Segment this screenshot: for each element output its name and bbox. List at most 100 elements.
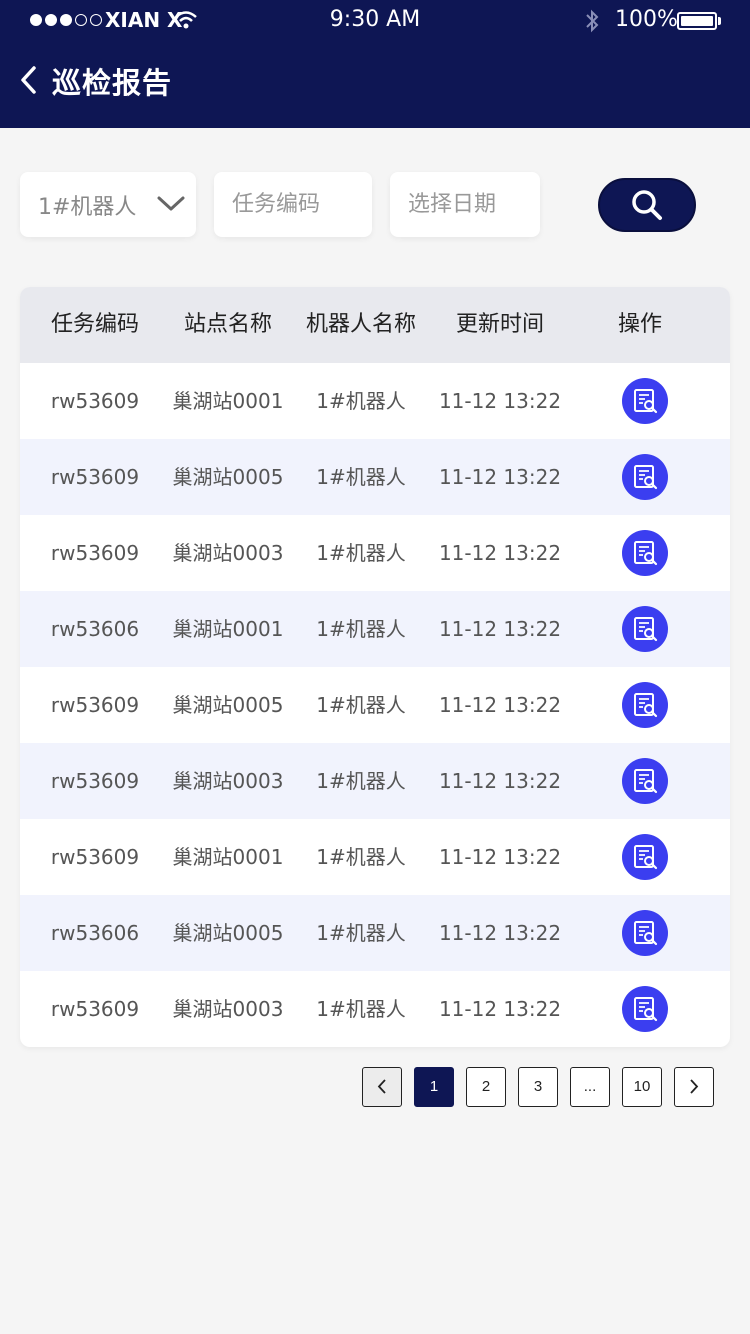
battery-icon [677, 12, 717, 30]
update-time-cell: 11-12 13:22 [438, 389, 562, 413]
view-report-button[interactable] [622, 378, 668, 424]
task-code-cell: rw53606 [50, 617, 140, 641]
robot-select[interactable]: 1#机器人 [20, 172, 196, 237]
header-robot-name: 机器人名称 [305, 312, 416, 337]
chevron-left-icon [21, 66, 36, 94]
task-code-field[interactable] [214, 172, 372, 237]
station-name-cell: 巢湖站0005 [172, 693, 284, 717]
next-page-button[interactable] [674, 1067, 714, 1107]
view-report-button[interactable] [622, 454, 668, 500]
page-button-1[interactable]: 1 [414, 1067, 454, 1107]
task-code-cell: rw53609 [50, 845, 140, 869]
view-report-button[interactable] [622, 986, 668, 1032]
table-header: 任务编码 站点名称 机器人名称 更新时间 操作 [20, 287, 730, 363]
page-button-10[interactable]: 10 [622, 1067, 662, 1107]
robot-name-cell: 1#机器人 [316, 769, 406, 793]
station-name-cell: 巢湖站0003 [172, 769, 284, 793]
page-button-3[interactable]: 3 [518, 1067, 558, 1107]
task-code-cell: rw53609 [50, 465, 140, 489]
battery-tip [718, 17, 721, 25]
back-button[interactable] [16, 62, 44, 98]
table-row: rw53606 巢湖站0001 1#机器人 11-12 13:22 [20, 591, 730, 667]
report-search-icon [634, 769, 658, 794]
view-report-button[interactable] [622, 758, 668, 804]
station-name-cell: 巢湖站0001 [172, 389, 284, 413]
table-body: rw53609 巢湖站0001 1#机器人 11-12 13:22 rw53609 巢湖站… [20, 363, 730, 1047]
station-name-cell: 巢湖站0001 [172, 845, 284, 869]
status-bar: XIAN X 9:30 AM 100% [0, 0, 750, 42]
station-name-cell: 巢湖站0003 [172, 997, 284, 1021]
report-search-icon [634, 617, 658, 642]
robot-name-cell: 1#机器人 [316, 617, 406, 641]
update-time-cell: 11-12 13:22 [438, 845, 562, 869]
page-button-2[interactable]: 2 [466, 1067, 506, 1107]
report-search-icon [634, 389, 658, 414]
prev-page-button[interactable] [362, 1067, 402, 1107]
chevron-right-icon [690, 1079, 699, 1094]
station-name-cell: 巢湖站0001 [172, 617, 284, 641]
update-time-cell: 11-12 13:22 [438, 617, 562, 641]
report-search-icon [634, 997, 658, 1022]
task-code-cell: rw53609 [50, 389, 140, 413]
task-code-cell: rw53609 [50, 541, 140, 565]
update-time-cell: 11-12 13:22 [438, 541, 562, 565]
app-header: XIAN X 9:30 AM 100% 巡检报告 [0, 0, 750, 128]
date-picker-field[interactable] [390, 172, 540, 237]
chevron-down-icon [157, 196, 185, 211]
chevron-left-icon [377, 1079, 386, 1094]
table-row: rw53609 巢湖站0003 1#机器人 11-12 13:22 [20, 743, 730, 819]
table-row: rw53609 巢湖站0003 1#机器人 11-12 13:22 [20, 515, 730, 591]
report-search-icon [634, 845, 658, 870]
table-row: rw53609 巢湖站0005 1#机器人 11-12 13:22 [20, 439, 730, 515]
update-time-cell: 11-12 13:22 [438, 769, 562, 793]
update-time-cell: 11-12 13:22 [438, 921, 562, 945]
robot-name-cell: 1#机器人 [316, 997, 406, 1021]
table-row: rw53609 巢湖站0003 1#机器人 11-12 13:22 [20, 971, 730, 1047]
update-time-cell: 11-12 13:22 [438, 693, 562, 717]
task-code-cell: rw53609 [50, 693, 140, 717]
header-task-code: 任务编码 [50, 312, 139, 337]
table-row: rw53609 巢湖站0001 1#机器人 11-12 13:22 [20, 819, 730, 895]
robot-name-cell: 1#机器人 [316, 693, 406, 717]
page-title: 巡检报告 [52, 66, 173, 100]
report-search-icon [634, 693, 658, 718]
robot-name-cell: 1#机器人 [316, 389, 406, 413]
task-code-cell: rw53609 [50, 997, 140, 1021]
view-report-button[interactable] [622, 834, 668, 880]
view-report-button[interactable] [622, 530, 668, 576]
robot-name-cell: 1#机器人 [316, 541, 406, 565]
robot-select-value: 1#机器人 [38, 194, 137, 220]
header-update-time: 更新时间 [455, 312, 544, 337]
view-report-button[interactable] [622, 910, 668, 956]
nav-bar: 巡检报告 [0, 52, 750, 108]
date-input[interactable] [408, 192, 540, 217]
robot-name-cell: 1#机器人 [316, 465, 406, 489]
task-code-cell: rw53606 [50, 921, 140, 945]
view-report-button[interactable] [622, 682, 668, 728]
report-search-icon [634, 541, 658, 566]
report-search-icon [634, 921, 658, 946]
pagination: 1 2 3 ... 10 [0, 1067, 750, 1107]
table-row: rw53606 巢湖站0005 1#机器人 11-12 13:22 [20, 895, 730, 971]
station-name-cell: 巢湖站0003 [172, 541, 284, 565]
task-code-cell: rw53609 [50, 769, 140, 793]
battery-percentage: 100% [615, 7, 678, 32]
search-icon [632, 190, 662, 220]
station-name-cell: 巢湖站0005 [172, 465, 284, 489]
robot-name-cell: 1#机器人 [316, 845, 406, 869]
report-table: 任务编码 站点名称 机器人名称 更新时间 操作 rw53609 巢湖站0001 1#… [20, 287, 730, 1047]
header-action: 操作 [617, 312, 662, 337]
report-search-icon [634, 465, 658, 490]
update-time-cell: 11-12 13:22 [438, 465, 562, 489]
station-name-cell: 巢湖站0005 [172, 921, 284, 945]
header-station-name: 站点名称 [183, 312, 272, 337]
page-ellipsis[interactable]: ... [570, 1067, 610, 1107]
bluetooth-icon [584, 8, 600, 39]
robot-name-cell: 1#机器人 [316, 921, 406, 945]
view-report-button[interactable] [622, 606, 668, 652]
update-time-cell: 11-12 13:22 [438, 997, 562, 1021]
task-code-input[interactable] [232, 192, 372, 217]
search-button[interactable] [598, 178, 696, 232]
table-row: rw53609 巢湖站0001 1#机器人 11-12 13:22 [20, 363, 730, 439]
table-row: rw53609 巢湖站0005 1#机器人 11-12 13:22 [20, 667, 730, 743]
